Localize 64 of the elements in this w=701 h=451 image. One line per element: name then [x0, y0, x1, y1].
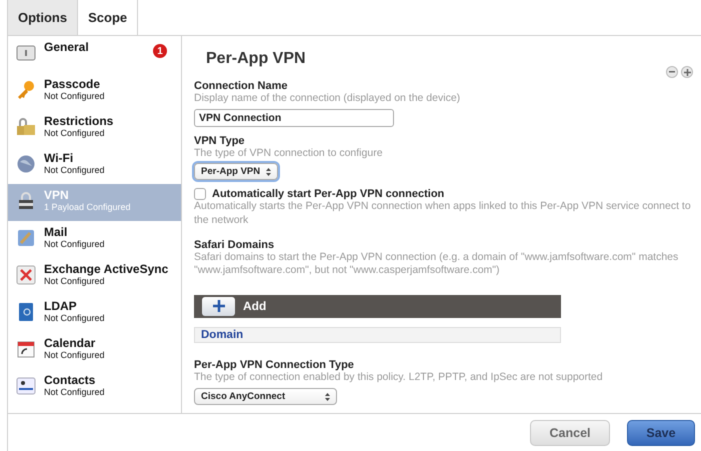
item-status: Not Configured [44, 128, 106, 138]
calendar-icon [16, 339, 36, 359]
stepper-arrows-icon [266, 168, 271, 176]
connection-type-select[interactable]: Cisco AnyConnect [194, 388, 337, 405]
padlock-icon [16, 191, 36, 211]
field-help: The type of VPN connection to configure [194, 146, 384, 160]
sidebar-item[interactable]: Calendar Not Configured [8, 332, 181, 369]
item-title: Contacts [44, 373, 96, 387]
connection-name-field[interactable]: VPN Connection [194, 108, 394, 127]
field-label: Safari Domains [194, 238, 276, 251]
field-help: Safari domains to start the Per-App VPN connection (e.g. a domain of "www.jamfsoftware.com" matches "www.jamfsoftware.com", but not "www.casperjamfsoftware.com") [194, 250, 680, 278]
vpn-type-select[interactable]: Per-App VPN [194, 163, 278, 180]
item-title: Passcode [44, 77, 102, 91]
padlock-icon [16, 117, 36, 137]
plus-icon [212, 300, 224, 312]
checkbox[interactable] [194, 188, 206, 200]
alert-badge: 1 [153, 44, 167, 58]
remove-button[interactable] [666, 66, 678, 78]
sidebar-item[interactable]: Restrictions Not Configured [8, 110, 181, 147]
item-status: Not Configured [44, 165, 105, 175]
stepper-arrows-icon [325, 392, 330, 400]
item-title: LDAP [44, 299, 78, 313]
item-title: Calendar [44, 336, 96, 350]
sidebar-item[interactable]: Exchange ActiveSync Not Configured [8, 258, 181, 295]
add-button[interactable] [202, 296, 235, 316]
field-label: Connection Name [194, 80, 289, 92]
cross-icon [16, 265, 36, 285]
checkbox-label: Automatically start Per-App VPN connection [212, 188, 444, 200]
item-status: Not Configured [44, 91, 105, 101]
field-help: The type of connection enabled by this policy. L2TP, PPTP, and IpSec are not supported [194, 371, 604, 385]
item-status: Not Configured [44, 239, 105, 249]
item-title: Restrictions [44, 114, 114, 128]
add-button[interactable] [681, 66, 693, 78]
field-label: VPN Type [194, 134, 246, 147]
tab[interactable]: Options [7, 0, 78, 35]
plus-icon [684, 68, 690, 76]
sidebar-item[interactable]: Mail Not Configured [8, 221, 181, 258]
sidebar-item[interactable]: General 1 [8, 36, 181, 73]
item-status: Not Configured [44, 276, 106, 286]
switch-icon [16, 43, 36, 63]
column-header: Domain [194, 326, 561, 344]
item-status: Not Configured [44, 350, 105, 360]
sidebar-item[interactable]: Wi-Fi Not Configured [8, 147, 181, 184]
globe-icon [16, 154, 36, 174]
item-title: General [44, 40, 89, 54]
field-help: Automatically starts the Per-App VPN connection when apps linked to this Per-App VPN service connect to the network [194, 200, 691, 228]
sidebar-item[interactable]: Contacts Not Configured [8, 369, 181, 406]
contacts-icon [16, 376, 36, 396]
item-title: Exchange ActiveSync [44, 262, 168, 276]
item-status: 1 Payload Configured [44, 202, 131, 212]
sidebar-item[interactable]: LDAP Not Configured [8, 295, 181, 332]
item-title: Mail [44, 225, 68, 239]
item-title: Wi-Fi [44, 151, 74, 165]
sidebar-item[interactable]: Passcode Not Configured [8, 73, 181, 110]
item-status: Not Configured [44, 313, 105, 323]
field-label: Per-App VPN Connection Type [194, 359, 355, 372]
cancel-button[interactable]: Cancel [530, 420, 610, 446]
field-help: Display name of the connection (displayed on the device) [194, 92, 462, 106]
section-title: Per-App VPN [206, 50, 307, 68]
minus-icon [669, 71, 675, 73]
item-status: Not Configured [44, 387, 105, 397]
item-title: VPN [44, 188, 70, 202]
add-label: Add [243, 299, 266, 314]
key-icon [16, 80, 36, 100]
